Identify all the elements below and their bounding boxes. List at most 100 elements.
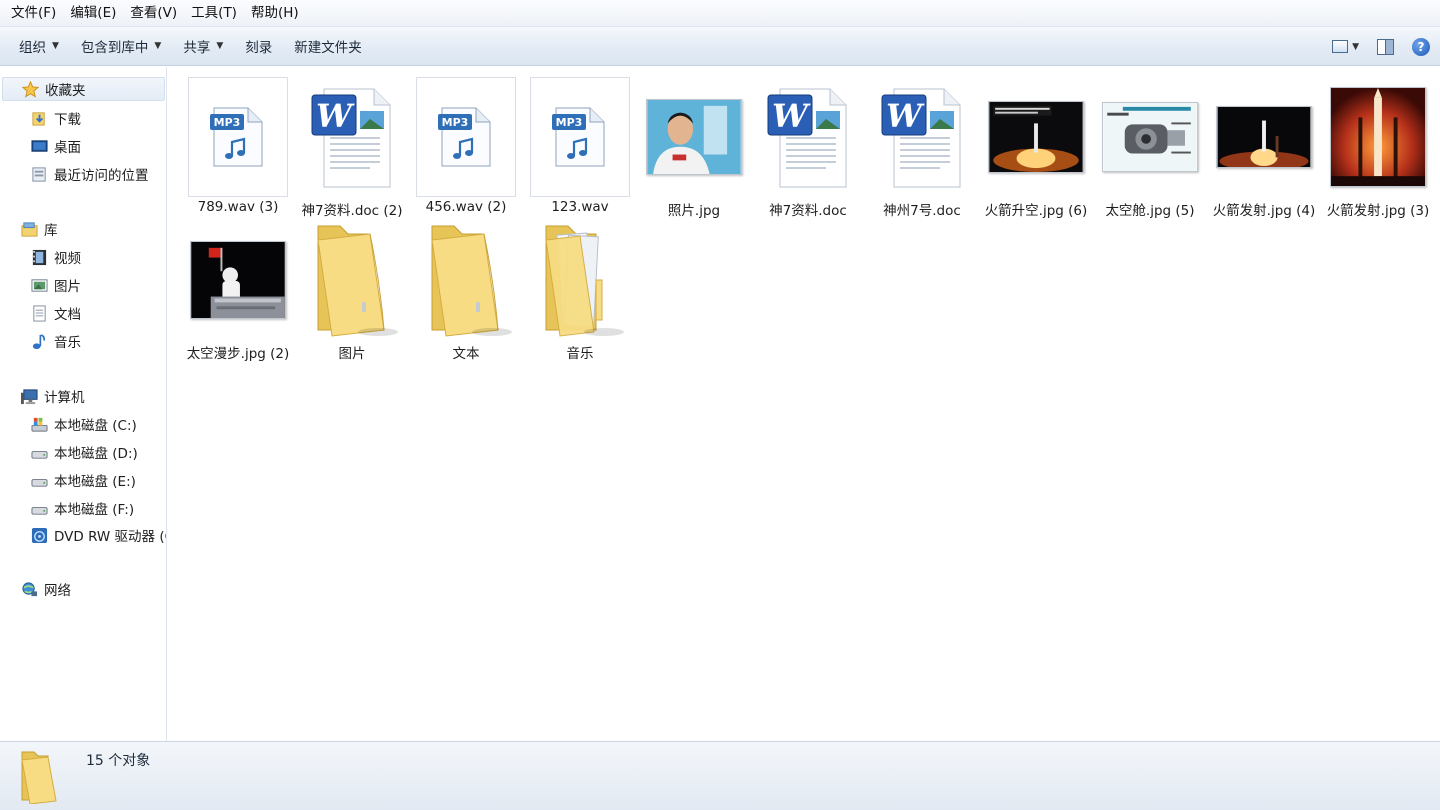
file-item[interactable]: 火箭发射.jpg (3) xyxy=(1323,75,1433,219)
system-drive-icon xyxy=(30,415,48,433)
menu-file[interactable]: 文件(F) xyxy=(4,0,63,27)
file-item[interactable]: MP3 456.wav (2) xyxy=(411,75,521,215)
nav-drive-f[interactable]: 本地磁盘 (F:) xyxy=(30,496,134,520)
menu-bar: 文件(F) 编辑(E) 查看(V) 工具(T) 帮助(H) xyxy=(0,0,1440,27)
nav-pictures[interactable]: 图片 xyxy=(30,273,81,297)
menu-view[interactable]: 查看(V) xyxy=(123,0,184,27)
item-count: 15 个对象 xyxy=(86,753,151,769)
chevron-down-icon: ▼ xyxy=(216,41,224,51)
burn-button[interactable]: 刻录 xyxy=(234,32,283,60)
chevron-down-icon: ▼ xyxy=(52,41,59,51)
nav-favorites-label: 收藏夹 xyxy=(45,83,86,99)
nav-videos[interactable]: 视频 xyxy=(30,245,81,269)
include-in-library-button[interactable]: 包含到库中 ▼ xyxy=(70,32,172,60)
nav-pictures-label: 图片 xyxy=(54,279,81,295)
file-name: 太空舱.jpg (5) xyxy=(1105,203,1195,219)
rocket-on-pad-photo-thumbnail xyxy=(1328,77,1428,197)
nav-libraries[interactable]: 库 xyxy=(20,217,58,241)
word-document-icon: W xyxy=(872,77,972,197)
file-item[interactable]: 火箭升空.jpg (6) xyxy=(981,75,1091,219)
menu-tools[interactable]: 工具(T) xyxy=(184,0,244,27)
organize-label: 组织 xyxy=(19,40,46,56)
folder-item[interactable]: 图片 xyxy=(297,218,407,362)
rocket-launch-photo-thumbnail xyxy=(986,77,1086,197)
file-item[interactable]: W 神州7号.doc xyxy=(867,75,977,219)
nav-dvd-drive[interactable]: DVD RW 驱动器 (G xyxy=(30,523,167,547)
file-name: 火箭升空.jpg (6) xyxy=(984,203,1088,219)
nav-drive-e-label: 本地磁盘 (E:) xyxy=(54,474,136,490)
file-item[interactable]: 太空漫步.jpg (2) xyxy=(183,218,293,362)
help-icon[interactable]: ? xyxy=(1412,37,1430,56)
word-document-icon: W xyxy=(758,77,858,197)
svg-text:W: W xyxy=(772,97,811,135)
spacewalk-photo-thumbnail xyxy=(188,220,288,340)
nav-favorites[interactable]: 收藏夹 xyxy=(2,77,165,101)
mp3-file-icon: MP3 xyxy=(188,77,288,197)
menu-edit[interactable]: 编辑(E) xyxy=(63,0,123,27)
nav-network[interactable]: 网络 xyxy=(20,577,71,601)
hard-drive-icon xyxy=(30,499,48,517)
nav-computer[interactable]: 计算机 xyxy=(20,384,85,408)
nav-drive-d[interactable]: 本地磁盘 (D:) xyxy=(30,440,138,464)
hard-drive-icon xyxy=(30,471,48,489)
folder-icon xyxy=(416,220,516,340)
folder-name: 文本 xyxy=(452,346,480,362)
nav-computer-label: 计算机 xyxy=(44,390,85,406)
file-item[interactable]: MP3 123.wav xyxy=(525,75,635,215)
new-folder-button[interactable]: 新建文件夹 xyxy=(283,32,373,60)
file-item[interactable]: W 神7资料.doc (2) xyxy=(297,75,407,219)
folder-icon xyxy=(18,748,62,808)
command-bar: 组织 ▼ 包含到库中 ▼ 共享 ▼ 刻录 新建文件夹 ▼ ? xyxy=(0,27,1440,66)
file-item[interactable]: 火箭发射.jpg (4) xyxy=(1209,75,1319,219)
menu-help[interactable]: 帮助(H) xyxy=(244,0,306,27)
mp3-file-icon: MP3 xyxy=(416,77,516,197)
nav-documents-label: 文档 xyxy=(54,307,81,323)
nav-drive-e[interactable]: 本地磁盘 (E:) xyxy=(30,468,136,492)
file-name: 太空漫步.jpg (2) xyxy=(186,346,290,362)
file-name: 神7资料.doc xyxy=(769,203,847,219)
burn-label: 刻录 xyxy=(245,40,273,56)
preview-pane-icon[interactable] xyxy=(1377,38,1394,55)
nav-desktop[interactable]: 桌面 xyxy=(30,134,81,158)
folder-name: 图片 xyxy=(338,346,366,362)
documents-icon xyxy=(30,304,48,322)
star-icon xyxy=(21,80,39,98)
folder-icon xyxy=(302,220,402,340)
nav-downloads[interactable]: 下载 xyxy=(30,106,81,130)
word-document-icon: W xyxy=(302,77,402,197)
nav-music[interactable]: 音乐 xyxy=(30,329,81,353)
file-name: 789.wav (3) xyxy=(197,199,279,215)
include-library-label: 包含到库中 xyxy=(80,40,149,56)
file-name: 照片.jpg xyxy=(667,203,721,219)
nav-dvd-label: DVD RW 驱动器 (G xyxy=(54,529,167,545)
file-item[interactable]: MP3 789.wav (3) xyxy=(183,75,293,215)
chevron-down-icon: ▼ xyxy=(154,41,162,51)
folder-name: 音乐 xyxy=(566,346,594,362)
folder-item[interactable]: 音乐 xyxy=(525,218,635,362)
organize-button[interactable]: 组织 ▼ xyxy=(8,32,70,60)
share-button[interactable]: 共享 ▼ xyxy=(172,32,234,60)
file-name: 123.wav xyxy=(551,199,609,215)
file-item[interactable]: 太空舱.jpg (5) xyxy=(1095,75,1205,219)
folder-item[interactable]: 文本 xyxy=(411,218,521,362)
computer-icon xyxy=(20,387,38,405)
file-name: 神7资料.doc (2) xyxy=(301,203,403,219)
nav-recent-label: 最近访问的位置 xyxy=(54,168,149,184)
file-name: 火箭发射.jpg (3) xyxy=(1326,203,1430,219)
nav-desktop-label: 桌面 xyxy=(54,140,81,156)
nav-downloads-label: 下载 xyxy=(54,112,81,128)
pictures-icon xyxy=(30,276,48,294)
file-item[interactable]: 照片.jpg xyxy=(639,75,749,219)
views-icon xyxy=(1332,40,1349,53)
file-name: 火箭发射.jpg (4) xyxy=(1212,203,1316,219)
chevron-down-icon: ▼ xyxy=(1352,41,1359,52)
hard-drive-icon xyxy=(30,443,48,461)
nav-recent-places[interactable]: 最近访问的位置 xyxy=(30,162,149,186)
change-view-button[interactable]: ▼ xyxy=(1332,40,1359,53)
nav-documents[interactable]: 文档 xyxy=(30,301,81,325)
command-bar-right: ▼ ? xyxy=(1332,27,1430,66)
music-note-icon xyxy=(30,332,48,350)
file-item[interactable]: W 神7资料.doc xyxy=(753,75,863,219)
nav-drive-c[interactable]: 本地磁盘 (C:) xyxy=(30,412,137,436)
share-label: 共享 xyxy=(183,40,211,56)
